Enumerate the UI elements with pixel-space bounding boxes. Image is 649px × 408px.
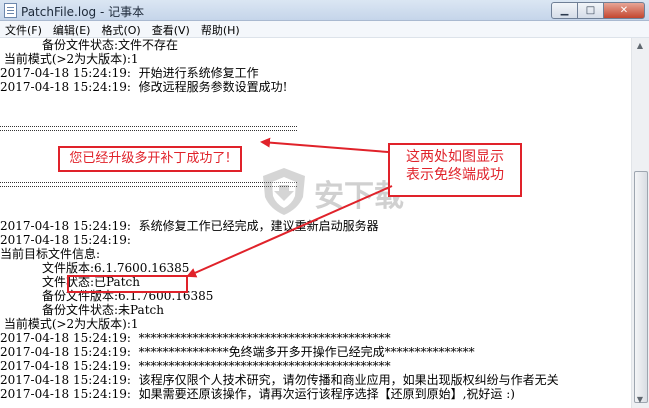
separator-line <box>0 126 297 131</box>
log-line: 当前模式(>2为大版本):1 <box>0 317 139 331</box>
vertical-scrollbar[interactable]: ▲ ▼ <box>631 38 649 408</box>
scroll-down-icon[interactable]: ▼ <box>633 392 647 407</box>
log-line: 2017-04-18 15:24:19: *******************… <box>0 331 391 345</box>
minimize-button[interactable]: ▁ <box>551 2 578 19</box>
window-title: PatchFile.log - 记事本 <box>21 5 145 19</box>
menu-bar: 文件(F) 编辑(E) 格式(O) 查看(V) 帮助(H) <box>0 21 649 38</box>
log-line: 2017-04-18 15:24:19: 开始进行系统修复工作 <box>0 66 259 80</box>
patch-status-highlight <box>67 275 188 293</box>
separator-line <box>0 182 297 187</box>
menu-help[interactable]: 帮助(H) <box>196 21 246 37</box>
notepad-icon <box>4 3 17 18</box>
menu-edit[interactable]: 编辑(E) <box>48 21 97 37</box>
upgrade-success-callout: 您已经升级多开补丁成功了! <box>58 146 242 172</box>
log-line: 2017-04-18 15:24:19: *******************… <box>0 359 391 373</box>
menu-view[interactable]: 查看(V) <box>147 21 196 37</box>
log-line: 备份文件状态:文件不存在 <box>0 38 179 52</box>
title-bar: PatchFile.log - 记事本 ▁ □ ✕ <box>0 0 649 21</box>
log-line: 备份文件状态:未Patch <box>0 303 164 317</box>
note-line-1: 这两处如图显示 <box>406 149 504 165</box>
menu-format[interactable]: 格式(O) <box>96 21 146 37</box>
log-line: 2017-04-18 15:24:19: 修改远程服务参数设置成功! <box>0 80 288 94</box>
note-line-2: 表示免终端成功 <box>406 167 504 183</box>
log-line: 文件版本:6.1.7600.16385 <box>0 261 190 275</box>
log-line: 2017-04-18 15:24:19: 该程序仅限个人技术研究，请勿传播和商业… <box>0 373 559 387</box>
window-controls: ▁ □ ✕ <box>551 2 645 19</box>
log-line: 2017-04-18 15:24:19: <box>0 233 131 247</box>
log-line: 2017-04-18 15:24:19: 系统修复工作已经完成，建议重新启动服务… <box>0 219 379 233</box>
close-button[interactable]: ✕ <box>603 2 645 19</box>
scroll-thumb[interactable] <box>634 171 648 403</box>
success-note-callout: 这两处如图显示 表示免终端成功 <box>388 143 522 197</box>
menu-file[interactable]: 文件(F) <box>0 21 48 37</box>
log-line: 2017-04-18 15:24:19: 如果需要还原该操作，请再次运行该程序选… <box>0 387 515 401</box>
log-line: 当前目标文件信息: <box>0 247 101 261</box>
log-line: 2017-04-18 15:24:19: ***************免终端多… <box>0 345 475 359</box>
text-editor-area[interactable]: 备份文件状态:文件不存在 当前模式(>2为大版本):1 2017-04-18 1… <box>0 38 632 408</box>
log-line: 当前模式(>2为大版本):1 <box>0 52 139 66</box>
scroll-up-icon[interactable]: ▲ <box>633 38 647 53</box>
maximize-button[interactable]: □ <box>577 2 604 19</box>
